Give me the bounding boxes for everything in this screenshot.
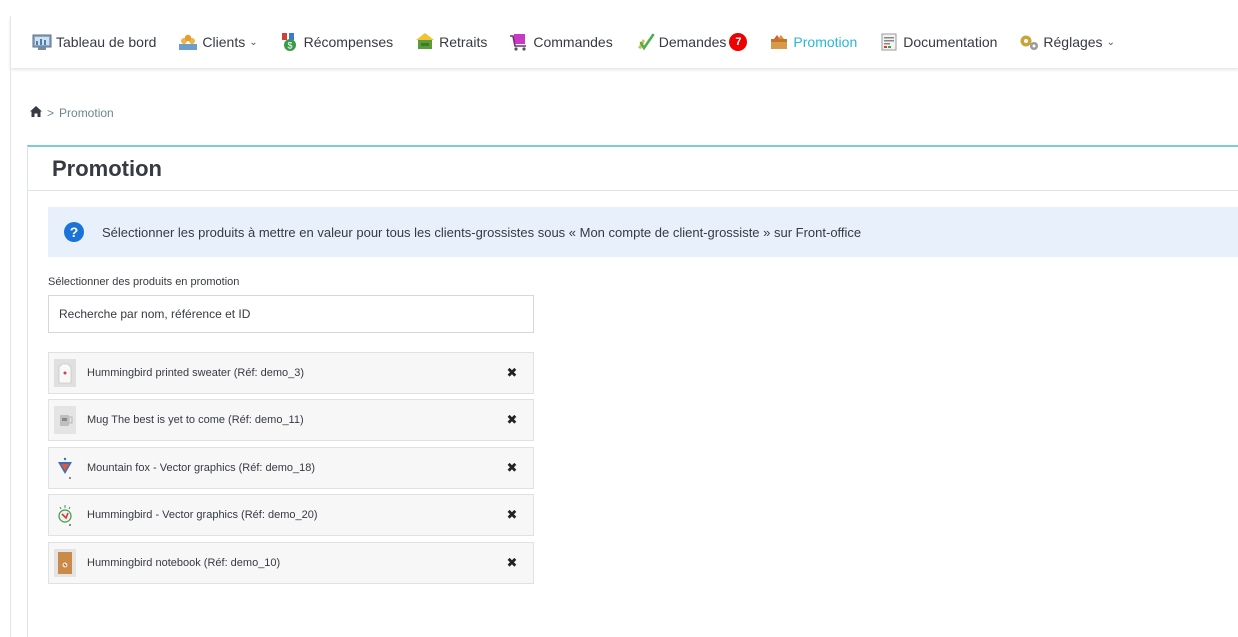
nav-label: Récompenses xyxy=(303,34,394,50)
nav-item-orders[interactable]: Commandes xyxy=(498,16,623,68)
help-icon: ? xyxy=(64,222,84,242)
notification-badge: 7 xyxy=(729,33,748,51)
page-title: Promotion xyxy=(52,155,162,181)
product-thumbnail xyxy=(53,358,77,388)
product-label: Hummingbird notebook (Réf: demo_10) xyxy=(87,557,281,569)
product-row: Hummingbird printed sweater (Réf: demo_3… xyxy=(48,352,534,394)
product-thumbnail xyxy=(53,405,77,435)
product-label: Hummingbird - Vector graphics (Réf: demo… xyxy=(87,509,318,521)
svg-text:$: $ xyxy=(287,41,292,51)
requests-icon xyxy=(635,32,655,52)
product-label: Mug The best is yet to come (Réf: demo_1… xyxy=(87,414,304,426)
remove-product-button[interactable]: ✖ xyxy=(505,412,519,427)
nav-label: Clients xyxy=(202,34,246,50)
info-alert: ? Sélectionner les produits à mettre en … xyxy=(48,207,1238,257)
product-label: Mountain fox - Vector graphics (Réf: dem… xyxy=(87,462,316,474)
nav-item-dashboard[interactable]: Tableau de bord xyxy=(21,16,167,68)
chevron-down-icon: ⌄ xyxy=(249,36,258,48)
nav-item-promotion[interactable]: Promotion xyxy=(758,16,868,68)
home-icon[interactable] xyxy=(30,106,42,120)
product-row: Hummingbird - Vector graphics (Réf: demo… xyxy=(48,494,534,536)
nav-item-withdrawals[interactable]: Retraits xyxy=(404,16,498,68)
remove-product-button[interactable]: ✖ xyxy=(505,460,519,475)
nav-label: Documentation xyxy=(903,34,998,50)
promotion-panel: Promotion ? Sélectionner les produits à … xyxy=(27,145,1238,637)
clients-icon xyxy=(178,32,198,52)
breadcrumb-separator: > xyxy=(47,106,55,120)
remove-product-button[interactable]: ✖ xyxy=(505,555,519,570)
nav-label: Promotion xyxy=(793,34,858,50)
promotion-icon xyxy=(769,32,789,52)
panel-header: Promotion xyxy=(28,147,1238,191)
rewards-icon: $ xyxy=(280,32,300,52)
orders-icon xyxy=(509,32,529,52)
nav-item-settings[interactable]: Réglages ⌄ xyxy=(1008,16,1126,68)
nav-label: Demandes xyxy=(658,34,727,50)
withdrawals-icon xyxy=(415,32,435,52)
alert-text: Sélectionner les produits à mettre en va… xyxy=(102,224,862,240)
product-thumbnail xyxy=(53,548,77,578)
documentation-icon xyxy=(879,32,899,52)
remove-product-button[interactable]: ✖ xyxy=(505,365,519,380)
product-thumbnail xyxy=(53,500,77,530)
product-label: Hummingbird printed sweater (Réf: demo_3… xyxy=(87,367,305,379)
nav-label: Retraits xyxy=(439,34,488,50)
page: Tableau de bord Clients ⌄ $ Récompenses … xyxy=(0,0,1238,637)
nav-item-requests[interactable]: Demandes 7 xyxy=(624,16,759,68)
settings-icon xyxy=(1019,32,1039,52)
product-row: Mug The best is yet to come (Réf: demo_1… xyxy=(48,399,534,441)
chevron-down-icon: ⌄ xyxy=(1106,36,1115,48)
breadcrumb: > Promotion xyxy=(30,106,114,120)
product-row: Hummingbird notebook (Réf: demo_10) ✖ xyxy=(48,542,534,584)
breadcrumb-current: Promotion xyxy=(59,106,114,120)
nav-item-clients[interactable]: Clients ⌄ xyxy=(167,16,268,68)
product-search-input[interactable] xyxy=(48,295,534,333)
nav-item-documentation[interactable]: Documentation xyxy=(868,16,1008,68)
promotion-products-label: Sélectionner des produits en promotion xyxy=(48,276,240,288)
top-nav: Tableau de bord Clients ⌄ $ Récompenses … xyxy=(10,16,1238,68)
dashboard-icon xyxy=(32,32,52,52)
product-thumbnail xyxy=(53,453,77,483)
product-row: Mountain fox - Vector graphics (Réf: dem… xyxy=(48,447,534,489)
remove-product-button[interactable]: ✖ xyxy=(505,507,519,522)
nav-label: Réglages xyxy=(1043,34,1103,50)
nav-item-rewards[interactable]: $ Récompenses xyxy=(269,16,405,68)
nav-label: Commandes xyxy=(533,34,613,50)
nav-label: Tableau de bord xyxy=(56,34,157,50)
